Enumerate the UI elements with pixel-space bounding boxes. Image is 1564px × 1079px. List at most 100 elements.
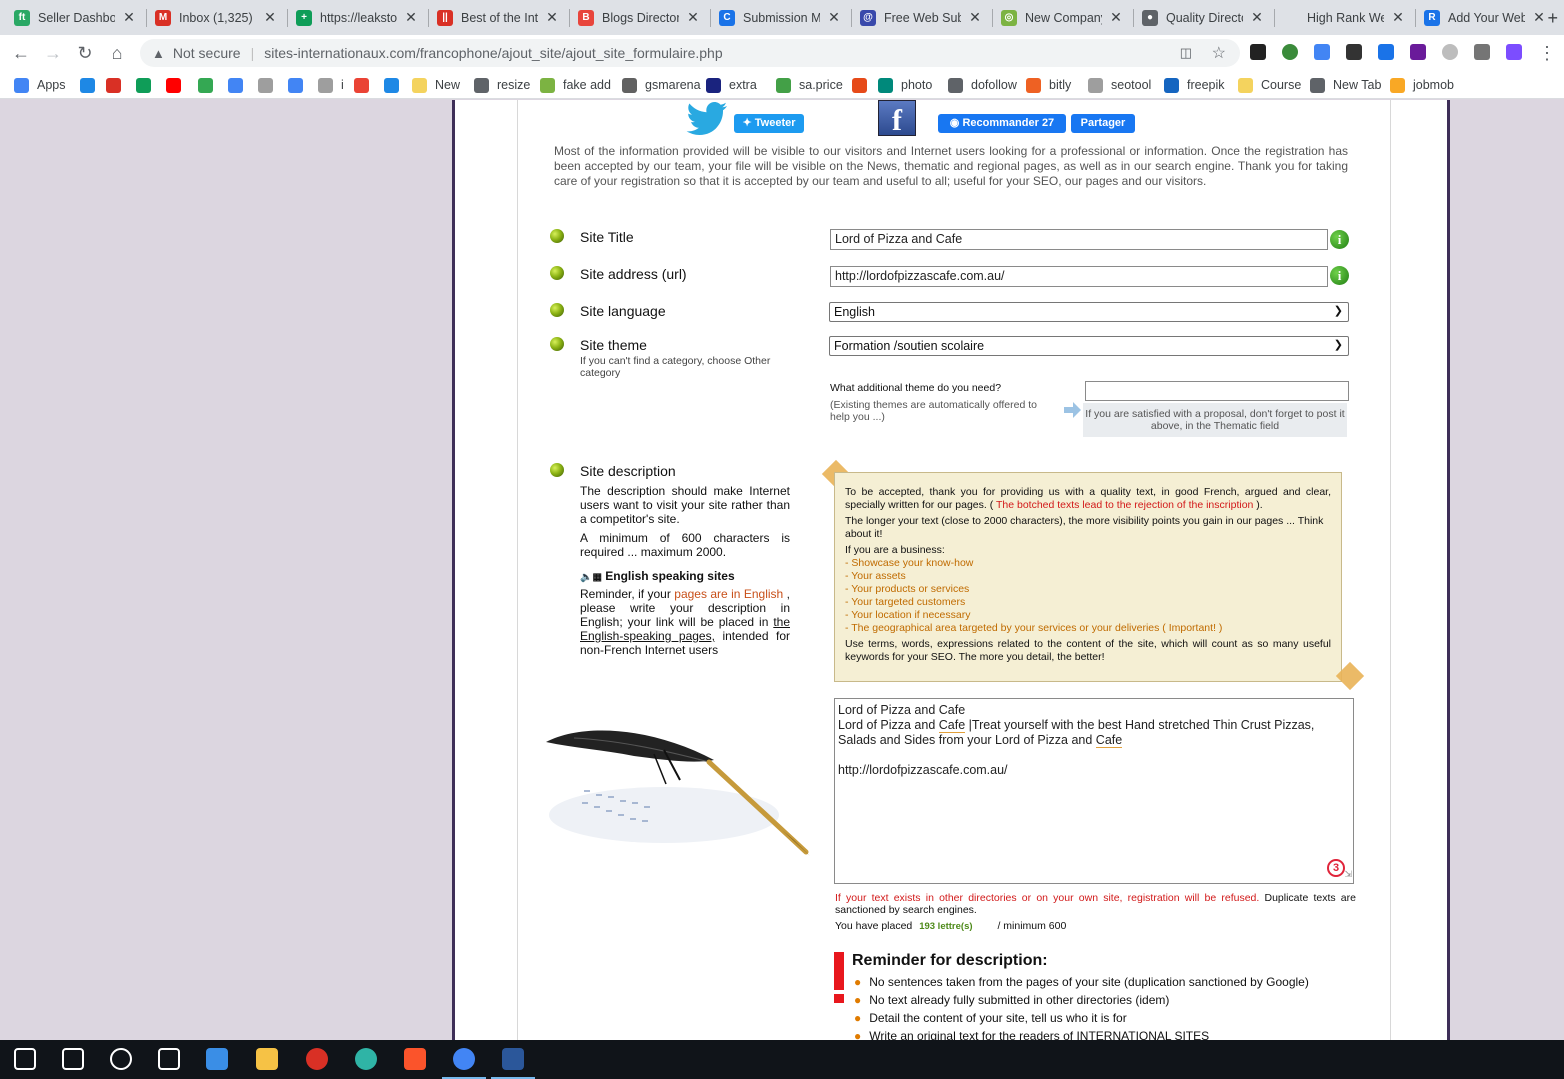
extension-k-icon[interactable] bbox=[1442, 44, 1458, 60]
bookmark-item[interactable] bbox=[384, 75, 407, 95]
extension-m-icon[interactable] bbox=[1346, 44, 1362, 60]
extension-person-icon[interactable] bbox=[1378, 44, 1394, 60]
resize-handle-icon[interactable]: ⇲ bbox=[1344, 867, 1352, 882]
tab-close-icon[interactable]: ✕ bbox=[967, 9, 983, 26]
bookmark-item[interactable] bbox=[258, 75, 281, 95]
browser-tab[interactable]: High Rank Web ✕ bbox=[1275, 0, 1414, 35]
tab-close-icon[interactable]: ✕ bbox=[262, 9, 278, 26]
facebook-share-button[interactable]: Partager bbox=[1071, 114, 1135, 133]
browser-tab[interactable]: C Submission M ✕ bbox=[711, 0, 850, 35]
bookmark-item[interactable]: seotool bbox=[1088, 75, 1151, 95]
extension-chart-icon[interactable] bbox=[1410, 44, 1426, 60]
bookmark-item[interactable] bbox=[166, 75, 189, 95]
bookmark-label: New bbox=[435, 78, 461, 92]
task-view-icon[interactable] bbox=[158, 1048, 180, 1070]
bookmark-item[interactable]: Course bbox=[1238, 75, 1301, 95]
star-icon[interactable]: ☆ bbox=[1212, 43, 1226, 63]
url-text[interactable]: sites-internationaux.com/francophone/ajo… bbox=[264, 45, 722, 61]
browser-tab[interactable]: ft Seller Dashboard ✕ bbox=[6, 0, 145, 35]
bookmark-item[interactable] bbox=[288, 75, 311, 95]
bookmark-item[interactable]: New bbox=[412, 75, 460, 95]
browser-tab[interactable]: + https://leakstor ✕ bbox=[288, 0, 427, 35]
chrome-icon[interactable] bbox=[453, 1048, 475, 1070]
bookmark-item[interactable]: jobmob bbox=[1390, 75, 1454, 95]
translate-icon[interactable]: ◫ bbox=[1180, 45, 1192, 61]
bookmark-item[interactable]: i bbox=[318, 75, 344, 95]
file-explorer-icon[interactable] bbox=[256, 1048, 278, 1070]
tab-close-icon[interactable]: ✕ bbox=[403, 9, 419, 26]
edge-icon[interactable] bbox=[355, 1048, 377, 1070]
browser-tab[interactable]: ● Quality Directo ✕ bbox=[1134, 0, 1273, 35]
pages-in-english-link[interactable]: pages are in English bbox=[674, 587, 783, 601]
browser-tab[interactable]: B Blogs Directory ✕ bbox=[570, 0, 709, 35]
bookmark-item[interactable]: fake add bbox=[540, 75, 611, 95]
forward-icon[interactable]: → bbox=[40, 40, 66, 66]
tab-close-icon[interactable]: ✕ bbox=[1531, 9, 1547, 26]
back-icon[interactable]: ← bbox=[8, 40, 34, 66]
bookmark-item[interactable]: freepik bbox=[1164, 75, 1225, 95]
tab-close-icon[interactable]: ✕ bbox=[544, 9, 560, 26]
bookmark-item[interactable] bbox=[852, 75, 875, 95]
additional-theme-input[interactable] bbox=[1085, 381, 1349, 401]
bookmark-item[interactable]: bitly bbox=[1026, 75, 1071, 95]
windows-start-icon[interactable] bbox=[14, 1048, 36, 1070]
bookmark-item[interactable]: gsmarena bbox=[622, 75, 701, 95]
bookmark-item[interactable] bbox=[354, 75, 377, 95]
site-title-input[interactable]: Lord of Pizza and Cafe bbox=[830, 229, 1328, 250]
tab-close-icon[interactable]: ✕ bbox=[1390, 9, 1406, 26]
browser-tab[interactable]: @ Free Web Submi ✕ bbox=[852, 0, 991, 35]
cortana-icon[interactable] bbox=[110, 1048, 132, 1070]
site-language-select[interactable]: English ❯ bbox=[829, 302, 1349, 322]
info-icon[interactable]: i bbox=[1330, 230, 1349, 249]
bookmark-item[interactable]: photo bbox=[878, 75, 932, 95]
extension-puzzle-icon[interactable] bbox=[1474, 44, 1490, 60]
tab-close-icon[interactable]: ✕ bbox=[1108, 9, 1124, 26]
site-description-textarea[interactable]: Lord of Pizza and Cafe Lord of Pizza and… bbox=[834, 698, 1354, 884]
bookmark-item[interactable]: Apps bbox=[14, 75, 66, 95]
browser-tab[interactable]: R Add Your Web ✕ bbox=[1416, 0, 1555, 35]
search-icon[interactable] bbox=[62, 1048, 84, 1070]
menu-icon[interactable]: ⋮ bbox=[1534, 40, 1560, 66]
extension-d-icon[interactable] bbox=[1506, 44, 1522, 60]
new-tab-icon[interactable]: + bbox=[1547, 8, 1558, 29]
bookmark-item[interactable] bbox=[228, 75, 251, 95]
info-icon[interactable]: i bbox=[1330, 266, 1349, 285]
address-bar[interactable]: ▲ Not secure | sites-internationaux.com/… bbox=[140, 39, 1240, 67]
store-icon[interactable] bbox=[206, 1048, 228, 1070]
bookmark-item[interactable]: sa.price bbox=[776, 75, 843, 95]
reload-icon[interactable]: ↻ bbox=[72, 40, 98, 66]
extension-ft-icon[interactable] bbox=[1250, 44, 1266, 60]
facebook-like-button[interactable]: ◉ Recommander 27 bbox=[938, 114, 1066, 133]
tab-close-icon[interactable]: ✕ bbox=[121, 9, 137, 26]
tab-close-icon[interactable]: ✕ bbox=[685, 9, 701, 26]
extension-globe-icon[interactable] bbox=[1282, 44, 1298, 60]
recorder-icon[interactable] bbox=[306, 1048, 328, 1070]
bookmark-item[interactable]: New Tab bbox=[1310, 75, 1381, 95]
bookmark-item[interactable] bbox=[106, 75, 129, 95]
description-line: Lord of Pizza and Cafe |Treat yourself w… bbox=[838, 718, 1350, 733]
home-icon[interactable]: ⌂ bbox=[104, 40, 130, 66]
bookmark-item[interactable]: extra bbox=[706, 75, 757, 95]
browser-tab[interactable]: M Inbox (1,325) - ✕ bbox=[147, 0, 286, 35]
site-theme-select[interactable]: Formation /soutien scolaire ❯ bbox=[829, 336, 1349, 356]
bookmark-label: sa.price bbox=[799, 78, 843, 92]
tab-close-icon[interactable]: ✕ bbox=[1249, 9, 1265, 26]
browser-tab[interactable]: ◎ New Company ✕ bbox=[993, 0, 1132, 35]
bookmark-item[interactable] bbox=[198, 75, 221, 95]
tab-separator bbox=[1133, 9, 1134, 27]
tab-close-icon[interactable]: ✕ bbox=[826, 9, 842, 26]
site-url-input[interactable]: http://lordofpizzascafe.com.au/ bbox=[830, 266, 1328, 287]
bookmark-item[interactable] bbox=[80, 75, 103, 95]
bookmark-item[interactable] bbox=[136, 75, 159, 95]
bookmark-item[interactable]: dofollow bbox=[948, 75, 1017, 95]
word-icon[interactable] bbox=[502, 1048, 524, 1070]
grammar-badge-icon[interactable]: 3 bbox=[1327, 859, 1345, 877]
note-paragraph-2: The longer your text (close to 2000 char… bbox=[845, 515, 1324, 540]
browser-tab[interactable]: || Best of the Inter ✕ bbox=[429, 0, 568, 35]
brave-icon[interactable] bbox=[404, 1048, 426, 1070]
extension-translate-icon[interactable] bbox=[1314, 44, 1330, 60]
bookmark-item[interactable]: resize bbox=[474, 75, 530, 95]
site-language-value: English bbox=[834, 305, 875, 319]
tweet-button[interactable]: ✦ Tweeter bbox=[734, 114, 804, 133]
tab-separator bbox=[851, 9, 852, 27]
